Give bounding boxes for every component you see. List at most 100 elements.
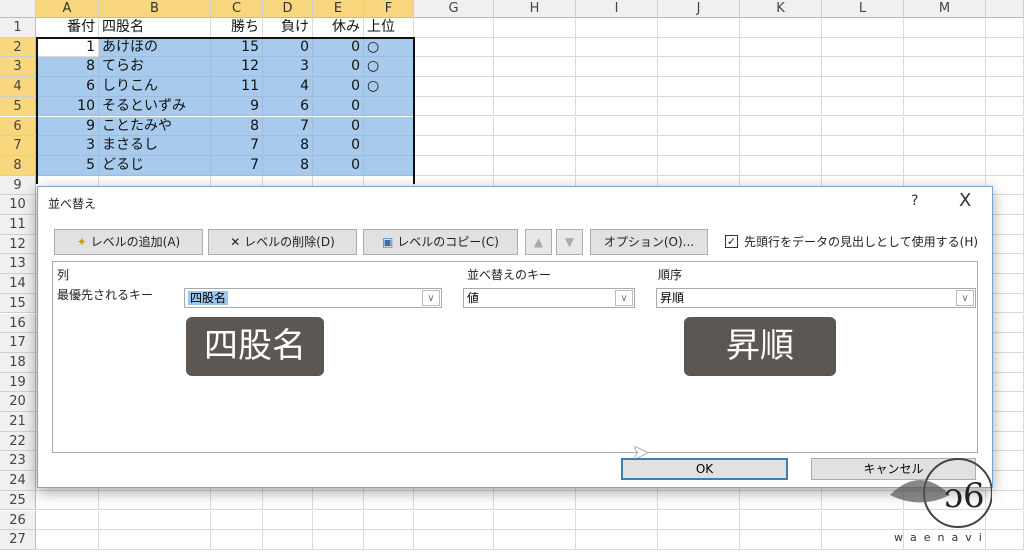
cell[interactable] <box>822 155 904 176</box>
sort-key-select[interactable]: 値 ∨ <box>463 288 635 308</box>
cell[interactable] <box>36 530 99 550</box>
row-header-4[interactable]: 4 <box>0 77 36 97</box>
row-header-13[interactable]: 13 <box>0 254 36 275</box>
column-header-E[interactable]: E <box>313 0 364 18</box>
move-up-button[interactable]: ▲ <box>525 229 552 255</box>
column-header-G[interactable]: G <box>414 0 494 18</box>
cell[interactable] <box>414 490 494 511</box>
cell[interactable] <box>740 155 822 176</box>
column-header-K[interactable]: K <box>740 0 822 18</box>
cell[interactable] <box>658 530 740 550</box>
column-header-D[interactable]: D <box>263 0 313 18</box>
cell[interactable] <box>263 510 313 531</box>
cell[interactable] <box>658 155 740 176</box>
cell[interactable]: 番付 <box>36 18 99 38</box>
cell[interactable] <box>494 490 576 511</box>
column-header-M[interactable]: M <box>904 0 986 18</box>
row-header-8[interactable]: 8 <box>0 155 36 176</box>
row-header-2[interactable]: 2 <box>0 37 36 58</box>
row-header-5[interactable]: 5 <box>0 96 36 117</box>
select-all-corner[interactable] <box>0 0 36 18</box>
cell[interactable] <box>494 136 576 156</box>
column-header-L[interactable]: L <box>822 0 904 18</box>
move-down-button[interactable]: ▼ <box>556 229 583 255</box>
cell[interactable]: 勝ち <box>211 18 263 38</box>
row-header-24[interactable]: 24 <box>0 471 36 491</box>
cell[interactable] <box>414 37 494 58</box>
cell[interactable] <box>822 18 904 38</box>
cell[interactable] <box>740 77 822 97</box>
cell[interactable]: 負け <box>263 18 313 38</box>
cell[interactable] <box>364 510 414 531</box>
column-header-C[interactable]: C <box>211 0 263 18</box>
cell[interactable] <box>986 77 1024 97</box>
row-header-10[interactable]: 10 <box>0 195 36 215</box>
cell[interactable] <box>494 116 576 137</box>
row-header-12[interactable]: 12 <box>0 234 36 255</box>
cell[interactable] <box>740 116 822 137</box>
row-header-23[interactable]: 23 <box>0 451 36 472</box>
cell[interactable] <box>414 136 494 156</box>
cell[interactable] <box>658 57 740 78</box>
cell[interactable] <box>576 490 658 511</box>
cell[interactable] <box>986 136 1024 156</box>
cell[interactable] <box>740 490 822 511</box>
cell[interactable] <box>576 510 658 531</box>
cell[interactable] <box>904 57 986 78</box>
column-header-H[interactable]: H <box>494 0 576 18</box>
row-header-22[interactable]: 22 <box>0 431 36 452</box>
cell[interactable] <box>211 510 263 531</box>
cell[interactable] <box>822 136 904 156</box>
cell[interactable] <box>36 510 99 531</box>
cell[interactable] <box>986 18 1024 38</box>
cell[interactable] <box>904 116 986 137</box>
cell[interactable] <box>740 37 822 58</box>
cell[interactable] <box>414 18 494 38</box>
cell[interactable]: 休み <box>313 18 364 38</box>
cell[interactable] <box>576 155 658 176</box>
cell[interactable] <box>986 155 1024 176</box>
add-level-button[interactable]: ✦ レベルの追加(A) <box>54 229 203 255</box>
cell[interactable] <box>211 530 263 550</box>
cell[interactable] <box>986 116 1024 137</box>
cell[interactable] <box>822 57 904 78</box>
row-header-20[interactable]: 20 <box>0 392 36 412</box>
order-select[interactable]: 昇順 ∨ <box>656 288 976 308</box>
row-header-1[interactable]: 1 <box>0 18 36 38</box>
row-header-26[interactable]: 26 <box>0 510 36 531</box>
cell[interactable] <box>576 57 658 78</box>
cell[interactable] <box>658 37 740 58</box>
cell[interactable] <box>36 490 99 511</box>
cell[interactable] <box>822 37 904 58</box>
cell[interactable] <box>740 18 822 38</box>
cell[interactable] <box>364 490 414 511</box>
cell[interactable]: 上位 <box>364 18 414 38</box>
cell[interactable] <box>494 510 576 531</box>
cell[interactable] <box>822 96 904 117</box>
cell[interactable] <box>263 530 313 550</box>
cell[interactable] <box>658 77 740 97</box>
cell[interactable] <box>263 490 313 511</box>
cell[interactable] <box>494 155 576 176</box>
cell[interactable] <box>414 116 494 137</box>
row-header-14[interactable]: 14 <box>0 274 36 294</box>
cell[interactable] <box>658 490 740 511</box>
column-header-F[interactable]: F <box>364 0 414 18</box>
close-button[interactable]: X <box>959 190 971 211</box>
cell[interactable] <box>740 96 822 117</box>
cell[interactable] <box>414 57 494 78</box>
cell[interactable] <box>494 530 576 550</box>
row-header-27[interactable]: 27 <box>0 530 36 550</box>
cell[interactable] <box>576 530 658 550</box>
cell[interactable] <box>904 136 986 156</box>
copy-level-button[interactable]: ▣ レベルのコピー(C) <box>363 229 518 255</box>
cell[interactable] <box>740 530 822 550</box>
cell[interactable] <box>822 77 904 97</box>
cell[interactable] <box>313 490 364 511</box>
column-header-J[interactable]: J <box>658 0 740 18</box>
row-header-6[interactable]: 6 <box>0 116 36 137</box>
cell[interactable] <box>313 510 364 531</box>
cell[interactable] <box>822 116 904 137</box>
column-header-A[interactable]: A <box>36 0 99 18</box>
cell[interactable] <box>986 37 1024 58</box>
